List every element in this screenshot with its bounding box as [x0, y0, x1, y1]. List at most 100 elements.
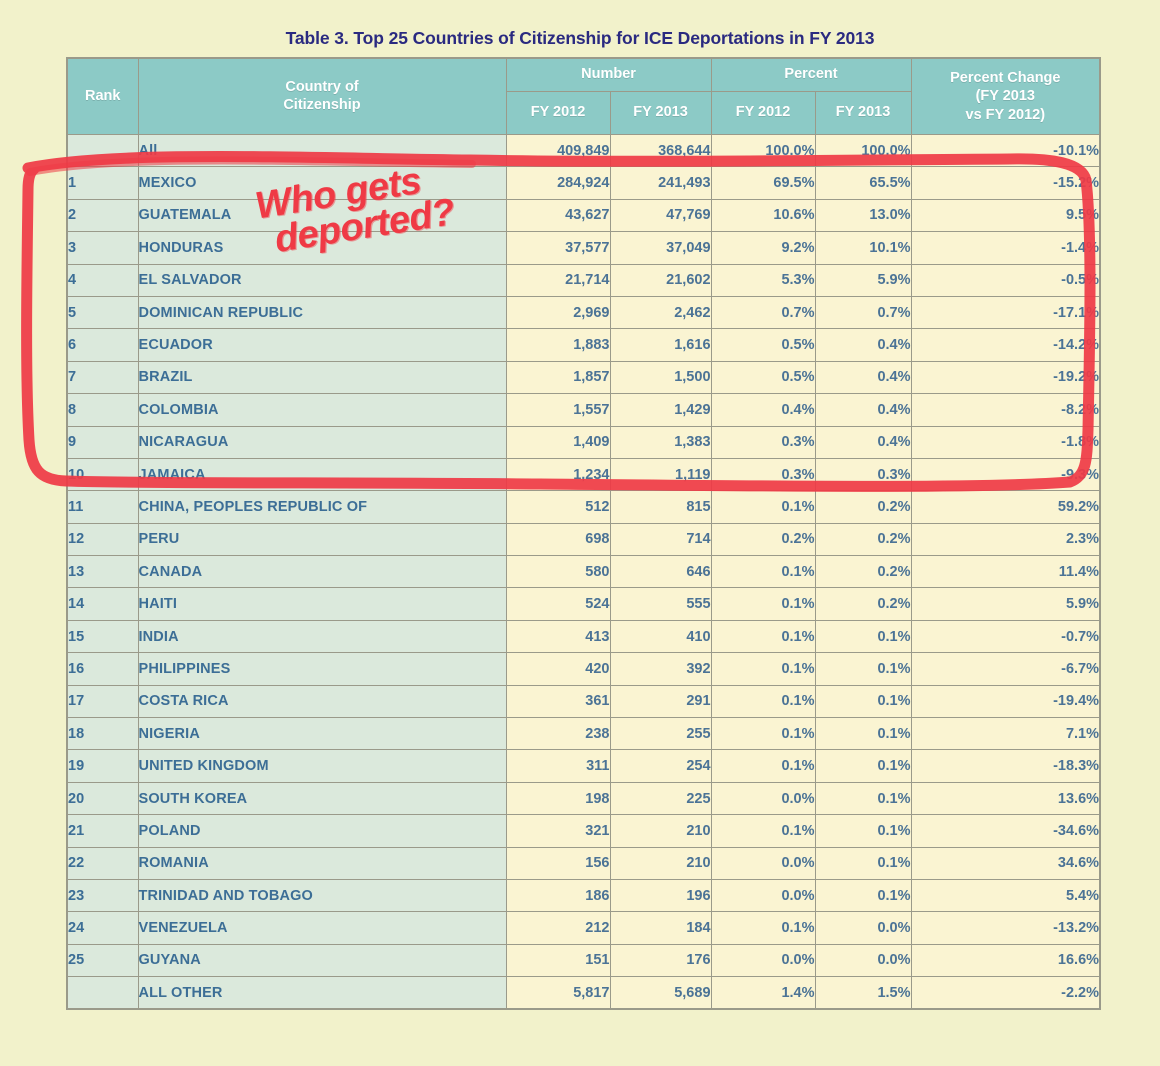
cell-percent-fy2013: 0.3% [814, 457, 912, 492]
cell-percent-fy2012: 10.6% [710, 198, 816, 233]
cell-percent-fy2013: 0.2% [814, 587, 912, 621]
cell-percent-change: 2.3% [910, 522, 1101, 557]
cell-rank: 15 [66, 619, 139, 654]
cell-number-fy2012: 284,924 [505, 166, 611, 200]
cell-country: GUATEMALA [137, 198, 507, 233]
cell-country: BRAZIL [137, 360, 507, 395]
table-row: 10 JAMAICA 1,234 1,119 0.3% 0.3% -9.3% [66, 457, 1101, 492]
cell-percent-fy2012: 0.2% [710, 522, 816, 557]
cell-number-fy2012: 198 [505, 781, 611, 816]
cell-number-fy2012: 524 [505, 587, 611, 621]
cell-percent-fy2013: 0.7% [814, 295, 912, 330]
cell-country: INDIA [137, 619, 507, 654]
cell-percent-fy2012: 69.5% [710, 166, 816, 200]
cell-percent-fy2012: 0.1% [710, 555, 816, 589]
cell-rank: 17 [66, 684, 139, 719]
cell-number-fy2012: 361 [505, 684, 611, 719]
cell-percent-fy2012: 0.1% [710, 814, 816, 848]
cell-country: PHILIPPINES [137, 652, 507, 686]
cell-number-fy2013: 196 [609, 878, 712, 913]
cell-percent-change: 5.9% [910, 587, 1101, 621]
cell-number-fy2012: 413 [505, 619, 611, 654]
cell-percent-fy2012: 0.1% [710, 619, 816, 654]
cell-number-fy2013: 210 [609, 846, 712, 880]
cell-rank: 24 [66, 911, 139, 945]
cell-percent-fy2013: 0.1% [814, 749, 912, 783]
cell-number-fy2013: 210 [609, 814, 712, 848]
cell-percent-change: 11.4% [910, 555, 1101, 589]
cell-number-fy2013: 241,493 [609, 166, 712, 200]
cell-rank: 23 [66, 878, 139, 913]
table-row: 24 VENEZUELA 212 184 0.1% 0.0% -13.2% [66, 911, 1101, 945]
column-header-percent-change: Percent Change (FY 2013 vs FY 2012) [910, 57, 1101, 135]
column-header-percent-fy2012: FY 2012 [710, 91, 816, 135]
cell-rank: 13 [66, 555, 139, 589]
column-header-percent-fy2013: FY 2013 [814, 91, 912, 135]
cell-number-fy2013: 555 [609, 587, 712, 621]
cell-rank: 4 [66, 263, 139, 297]
cell-rank: 6 [66, 328, 139, 362]
cell-country: All [137, 133, 507, 168]
cell-percent-change: -9.3% [910, 457, 1101, 492]
cell-percent-change: 7.1% [910, 717, 1101, 751]
cell-country: NIGERIA [137, 717, 507, 751]
cell-number-fy2013: 176 [609, 943, 712, 978]
cell-number-fy2013: 392 [609, 652, 712, 686]
cell-percent-fy2012: 0.5% [710, 328, 816, 362]
column-header-country-line2: Citizenship [283, 96, 361, 113]
cell-percent-fy2013: 5.9% [814, 263, 912, 297]
cell-percent-fy2013: 0.1% [814, 781, 912, 816]
cell-rank: 2 [66, 198, 139, 233]
cell-number-fy2013: 815 [609, 490, 712, 524]
cell-number-fy2012: 512 [505, 490, 611, 524]
cell-percent-fy2012: 0.1% [710, 490, 816, 524]
cell-number-fy2012: 37,577 [505, 231, 611, 265]
cell-percent-fy2013: 0.1% [814, 878, 912, 913]
cell-rank [66, 976, 139, 1010]
cell-percent-fy2012: 0.0% [710, 878, 816, 913]
cell-percent-change: 59.2% [910, 490, 1101, 524]
cell-percent-fy2013: 65.5% [814, 166, 912, 200]
cell-percent-fy2012: 5.3% [710, 263, 816, 297]
cell-rank: 18 [66, 717, 139, 751]
cell-percent-fy2013: 0.0% [814, 911, 912, 945]
cell-percent-fy2012: 0.0% [710, 781, 816, 816]
page-title: Table 3. Top 25 Countries of Citizenship… [285, 28, 875, 48]
table-row: ALL OTHER 5,817 5,689 1.4% 1.5% -2.2% [66, 976, 1101, 1010]
cell-number-fy2012: 43,627 [505, 198, 611, 233]
cell-number-fy2012: 151 [505, 943, 611, 978]
column-group-header-number: Number [505, 57, 712, 92]
cell-percent-fy2012: 0.3% [710, 425, 816, 459]
page-root: Table 3. Top 25 Countries of Citizenship… [0, 0, 1160, 1066]
column-header-number-fy2012: FY 2012 [505, 91, 611, 135]
cell-percent-change: -10.1% [910, 133, 1101, 168]
table-row: 14 HAITI 524 555 0.1% 0.2% 5.9% [66, 587, 1101, 621]
cell-rank: 3 [66, 231, 139, 265]
table-row: 15 INDIA 413 410 0.1% 0.1% -0.7% [66, 619, 1101, 654]
cell-number-fy2013: 1,429 [609, 393, 712, 427]
cell-number-fy2013: 37,049 [609, 231, 712, 265]
cell-number-fy2012: 212 [505, 911, 611, 945]
table-row: 16 PHILIPPINES 420 392 0.1% 0.1% -6.7% [66, 652, 1101, 686]
cell-percent-fy2012: 0.0% [710, 943, 816, 978]
table-row: 12 PERU 698 714 0.2% 0.2% 2.3% [66, 522, 1101, 557]
cell-country: TRINIDAD AND TOBAGO [137, 878, 507, 913]
cell-percent-change: -0.7% [910, 619, 1101, 654]
cell-number-fy2013: 1,383 [609, 425, 712, 459]
table-row: 13 CANADA 580 646 0.1% 0.2% 11.4% [66, 555, 1101, 589]
cell-number-fy2012: 321 [505, 814, 611, 848]
table-row: 23 TRINIDAD AND TOBAGO 186 196 0.0% 0.1% 5.4% [66, 878, 1101, 913]
table-row: 18 NIGERIA 238 255 0.1% 0.1% 7.1% [66, 717, 1101, 751]
cell-percent-fy2013: 0.4% [814, 393, 912, 427]
cell-percent-fy2012: 0.4% [710, 393, 816, 427]
cell-country: COLOMBIA [137, 393, 507, 427]
cell-percent-fy2013: 0.4% [814, 328, 912, 362]
cell-country: ROMANIA [137, 846, 507, 880]
table-body: All 409,849 368,644 100.0% 100.0% -10.1% 1 MEXI… [66, 133, 1101, 1010]
cell-percent-change: -8.2% [910, 393, 1101, 427]
cell-rank: 16 [66, 652, 139, 686]
cell-percent-fy2012: 100.0% [710, 133, 816, 168]
cell-percent-fy2013: 10.1% [814, 231, 912, 265]
cell-number-fy2013: 254 [609, 749, 712, 783]
table-row: 9 NICARAGUA 1,409 1,383 0.3% 0.4% -1.8% [66, 425, 1101, 459]
